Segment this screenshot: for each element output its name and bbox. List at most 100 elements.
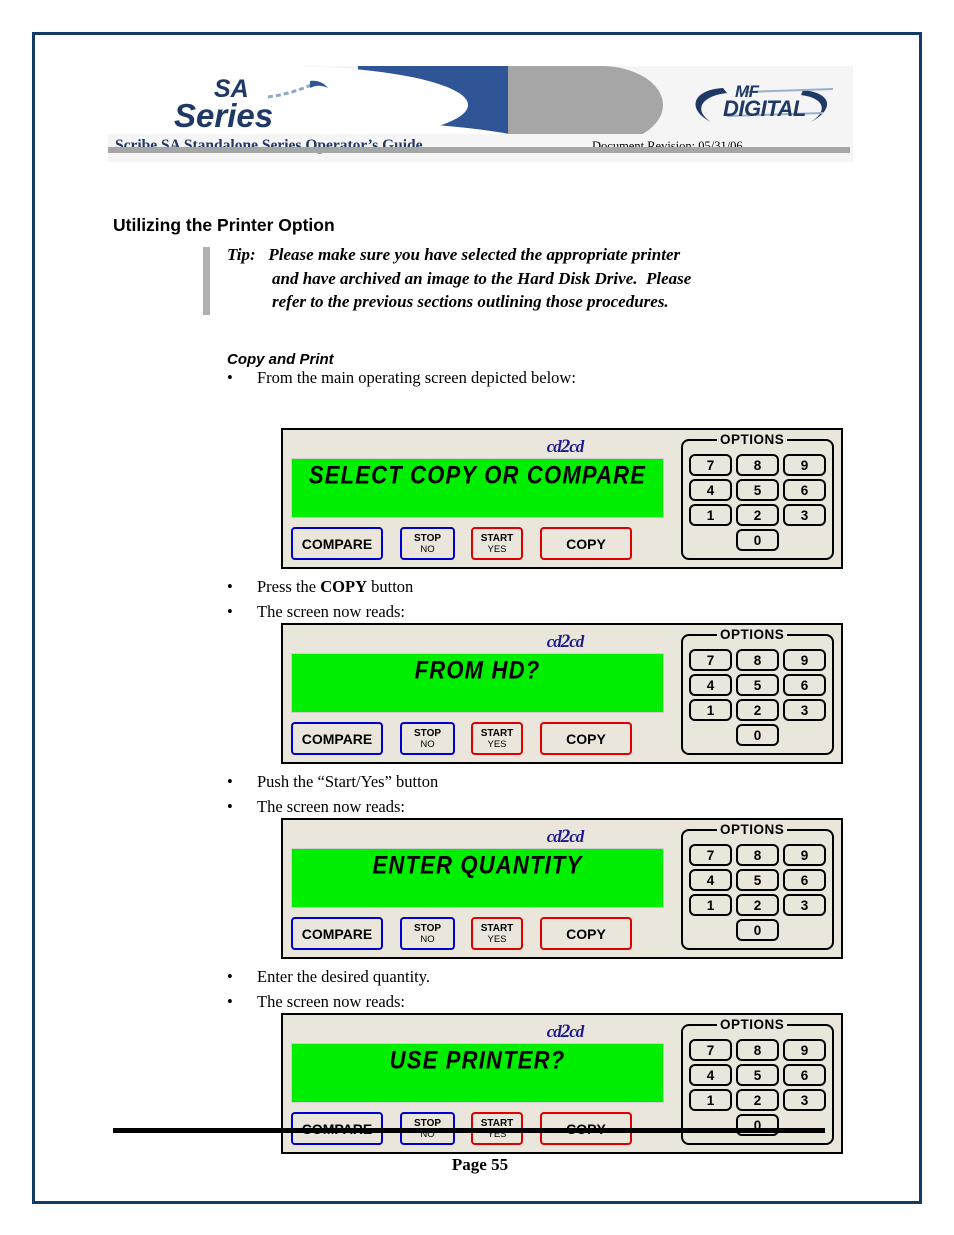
no-label: NO [420, 738, 435, 750]
brand-suffix: cd [569, 1022, 584, 1041]
key-8[interactable]: 8 [736, 649, 779, 671]
bullet-item-5: • The screen now reads: [227, 797, 405, 817]
key-3[interactable]: 3 [783, 894, 826, 916]
bullet-item-6: • Enter the desired quantity. [227, 967, 430, 987]
sa-series-logo: SA Series [156, 75, 386, 137]
bullet-text-1: From the main operating screen depicted … [257, 368, 576, 387]
bullet-dot-icon: • [227, 992, 233, 1011]
key-5[interactable]: 5 [736, 1064, 779, 1086]
no-label: NO [420, 543, 435, 555]
copy-button-label: COPY [566, 535, 606, 552]
brand-suffix: cd [569, 827, 584, 846]
compare-button[interactable]: COMPARE [291, 917, 383, 950]
lcd-text-4: USE PRINTER? [389, 1046, 566, 1074]
key-2[interactable]: 2 [736, 1089, 779, 1111]
start-yes-button[interactable]: START YES [471, 722, 523, 755]
key-9[interactable]: 9 [783, 649, 826, 671]
key-6[interactable]: 6 [783, 479, 826, 501]
key-7[interactable]: 7 [689, 649, 732, 671]
lcd-text-3: ENTER QUANTITY [372, 851, 583, 879]
copy-button[interactable]: COPY [540, 722, 632, 755]
stop-no-button[interactable]: STOP NO [400, 722, 455, 755]
bullet-dot-icon: • [227, 797, 233, 816]
masthead-banner: SA Series MF DIGITAL [108, 66, 853, 144]
bullet-item-4: • Push the “Start/Yes” button [227, 772, 438, 792]
bullet-text-2a: Press the [257, 577, 321, 596]
copy-button[interactable]: COPY [540, 527, 632, 560]
button-row-1: COMPARE STOP NO START YES COPY [291, 526, 666, 562]
compare-button[interactable]: COMPARE [291, 527, 383, 560]
key-5[interactable]: 5 [736, 479, 779, 501]
cd2cd-brand-logo: cd2cd [420, 631, 710, 653]
key-5[interactable]: 5 [736, 869, 779, 891]
key-1[interactable]: 1 [689, 699, 732, 721]
key-8[interactable]: 8 [736, 454, 779, 476]
key-8[interactable]: 8 [736, 844, 779, 866]
key-3[interactable]: 3 [783, 699, 826, 721]
start-yes-button[interactable]: START YES [471, 527, 523, 560]
digital-logo-text: DIGITAL [723, 96, 806, 121]
page-number: Page 55 [451, 1155, 509, 1174]
brand-prefix: cd [546, 632, 562, 651]
bullet-dot-icon: • [227, 368, 233, 387]
start-label: START [480, 922, 514, 934]
key-7[interactable]: 7 [689, 844, 732, 866]
device-panel-2: cd2cd FROM HD? COMPARE STOP NO START YES… [281, 623, 843, 764]
key-9[interactable]: 9 [783, 1039, 826, 1061]
key-5[interactable]: 5 [736, 674, 779, 696]
key-9[interactable]: 9 [783, 844, 826, 866]
start-yes-button[interactable]: START YES [471, 917, 523, 950]
brand-suffix: cd [569, 437, 584, 456]
stop-label: STOP [413, 922, 442, 934]
button-row-2: COMPARE STOP NO START YES COPY [291, 721, 666, 757]
subsection-heading: Copy and Print [227, 351, 334, 368]
stop-no-button[interactable]: STOP NO [400, 917, 455, 950]
key-7[interactable]: 7 [689, 1039, 732, 1061]
bullet-dot-icon: • [227, 772, 233, 791]
key-6[interactable]: 6 [783, 869, 826, 891]
mf-digital-logo: MF DIGITAL [683, 80, 848, 132]
key-4[interactable]: 4 [689, 479, 732, 501]
copy-button-label: COPY [566, 730, 606, 747]
brand-mid: 2 [560, 1021, 570, 1042]
key-0[interactable]: 0 [736, 919, 779, 941]
brand-suffix: cd [569, 632, 584, 651]
key-2[interactable]: 2 [736, 699, 779, 721]
key-1[interactable]: 1 [689, 504, 732, 526]
key-3[interactable]: 3 [783, 1089, 826, 1111]
keypad-grid: 7 8 9 4 5 6 1 2 3 0 [689, 1039, 829, 1136]
cd2cd-brand-logo: cd2cd [420, 1021, 710, 1043]
button-row-3: COMPARE STOP NO START YES COPY [291, 916, 666, 952]
options-keypad-3: OPTIONS 7 8 9 4 5 6 1 2 3 0 [681, 822, 834, 950]
brand-mid: 2 [560, 436, 570, 457]
bullet-text-5: The screen now reads: [257, 797, 405, 816]
start-label: START [480, 532, 514, 544]
key-4[interactable]: 4 [689, 869, 732, 891]
key-2[interactable]: 2 [736, 504, 779, 526]
key-4[interactable]: 4 [689, 674, 732, 696]
compare-button[interactable]: COMPARE [291, 722, 383, 755]
keypad-grid: 7 8 9 4 5 6 1 2 3 0 [689, 649, 829, 746]
key-0[interactable]: 0 [736, 529, 779, 551]
key-3[interactable]: 3 [783, 504, 826, 526]
bullet-item-1: • From the main operating screen depicted… [227, 368, 576, 388]
stop-no-button[interactable]: STOP NO [400, 527, 455, 560]
key-1[interactable]: 1 [689, 894, 732, 916]
key-6[interactable]: 6 [783, 1064, 826, 1086]
bullet-text-7: The screen now reads: [257, 992, 405, 1011]
key-6[interactable]: 6 [783, 674, 826, 696]
options-label: OPTIONS [717, 432, 788, 447]
header-divider-rule [108, 147, 850, 153]
key-2[interactable]: 2 [736, 894, 779, 916]
key-1[interactable]: 1 [689, 1089, 732, 1111]
lcd-text-1: SELECT COPY OR COMPARE [308, 461, 647, 489]
bullet-text-3: The screen now reads: [257, 602, 405, 621]
key-8[interactable]: 8 [736, 1039, 779, 1061]
key-9[interactable]: 9 [783, 454, 826, 476]
key-4[interactable]: 4 [689, 1064, 732, 1086]
key-0[interactable]: 0 [736, 724, 779, 746]
compare-button-label: COMPARE [301, 730, 373, 747]
yes-label: YES [487, 543, 507, 555]
copy-button[interactable]: COPY [540, 917, 632, 950]
key-7[interactable]: 7 [689, 454, 732, 476]
